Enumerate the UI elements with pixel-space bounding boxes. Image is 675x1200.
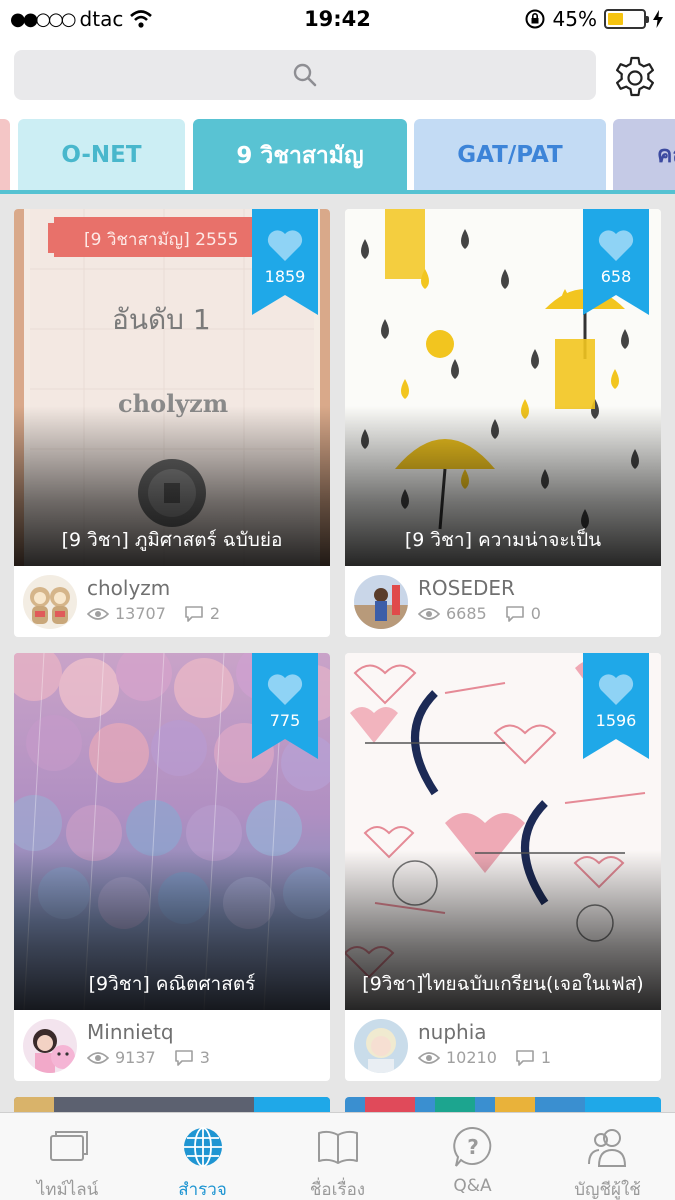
nav-label: สำรวจ <box>178 1180 227 1200</box>
card-title: [9วิชา] คณิตศาสตร์ <box>88 973 256 995</box>
book-icon <box>318 1130 358 1164</box>
story-card[interactable]: [9 วิชา] ความน่าจะเป็น 658 ROSEDER 6685 … <box>345 209 661 637</box>
comment-count: 3 <box>199 1048 210 1067</box>
like-ribbon[interactable]: 1859 <box>252 209 318 315</box>
ribbon-shape <box>583 209 649 315</box>
like-ribbon[interactable]: 775 <box>252 653 318 759</box>
question-icon: ? <box>453 1126 492 1167</box>
story-card[interactable]: [9 วิชาสามัญ] 2555 อันดับ 1 cholyzm [9 ว… <box>14 209 330 637</box>
card-stats: 9137 3 <box>87 1048 228 1067</box>
search-input[interactable] <box>14 50 596 100</box>
card-title: [9 วิชา] ภูมิศาสตร์ ฉบับย่อ <box>61 529 283 551</box>
eye-icon <box>87 607 109 620</box>
comment-icon <box>505 605 524 622</box>
svg-text:?: ? <box>467 1135 479 1159</box>
search-icon <box>293 63 317 87</box>
author-avatar[interactable] <box>23 1019 77 1073</box>
nav-qa[interactable]: ? Q&A <box>405 1113 540 1200</box>
cover-banner-text: [9 วิชาสามัญ] 2555 <box>84 230 238 250</box>
tabs-underline <box>0 190 675 194</box>
status-bar: ●●○○○ dtac 19:42 45% <box>0 0 675 38</box>
like-count: 658 <box>600 267 632 286</box>
view-count: 13707 <box>115 604 166 623</box>
story-card[interactable]: [9วิชา] คณิตศาสตร์ 775 Minnietq 9137 3 <box>14 653 330 1081</box>
tab-onet[interactable]: O-NET <box>18 119 185 190</box>
card-footer: cholyzm 13707 2 <box>14 566 330 637</box>
view-count: 10210 <box>446 1048 497 1067</box>
nav-timeline[interactable]: ไทม์ไลน์ <box>0 1113 135 1200</box>
comment-count: 2 <box>209 604 221 623</box>
comment-count: 1 <box>540 1048 552 1067</box>
nav-explore[interactable]: สำรวจ <box>135 1113 270 1200</box>
story-card[interactable]: [9วิชา]ไทยฉบับเกรียน(เจอในเฟส) 1596 nuph… <box>345 653 661 1081</box>
eye-icon <box>418 607 440 620</box>
ribbon-shape <box>252 209 318 315</box>
timeline-icon <box>50 1131 88 1161</box>
author-avatar[interactable] <box>354 1019 408 1073</box>
view-count: 6685 <box>446 604 487 623</box>
charging-icon <box>653 10 663 28</box>
author-name[interactable]: ROSEDER <box>418 576 515 600</box>
like-count: 1859 <box>264 267 306 286</box>
author-avatar[interactable] <box>23 575 77 629</box>
author-avatar[interactable] <box>354 575 408 629</box>
card-stats: 10210 1 <box>418 1048 569 1067</box>
status-right: 45% <box>524 7 663 31</box>
bottom-tab-bar: ไทม์ไลน์ สำรวจ ชื่อเรื่อง ? Q&A บัญชีผู้… <box>0 1112 675 1200</box>
card-footer: nuphia 10210 1 <box>345 1010 661 1081</box>
rotation-lock-icon <box>525 9 545 29</box>
comment-icon <box>516 1049 534 1066</box>
author-name[interactable]: Minnietq <box>87 1020 174 1044</box>
ribbon-shape <box>583 653 649 759</box>
comment-count: 0 <box>530 604 541 623</box>
like-ribbon[interactable]: 658 <box>583 209 649 315</box>
nav-label: ชื่อเรื่อง <box>309 1180 366 1200</box>
app-root: ●●○○○ dtac 19:42 45% O-NET 9 วิชาสามัญ G… <box>0 0 675 1200</box>
battery-level <box>608 13 624 25</box>
tab-previous[interactable] <box>0 119 10 190</box>
card-cover-image: [9 วิชา] ความน่าจะเป็น 658 <box>345 209 661 566</box>
card-title: [9วิชา]ไทยฉบับเกรียน(เจอในเฟส) <box>362 973 644 995</box>
nav-label: บัญชีผู้ใช้ <box>574 1180 641 1200</box>
card-cover-image: [9วิชา] คณิตศาสตร์ 775 <box>14 653 330 1010</box>
nav-titles[interactable]: ชื่อเรื่อง <box>270 1113 405 1200</box>
view-count: 9137 <box>115 1048 156 1067</box>
cover-rank-text: อันดับ 1 <box>112 303 211 336</box>
card-title: [9 วิชา] ความน่าจะเป็น <box>404 529 602 551</box>
eye-icon <box>418 1051 440 1064</box>
tab-9-subjects[interactable]: 9 วิชาสามัญ <box>193 119 407 193</box>
like-ribbon[interactable]: 1596 <box>583 653 649 759</box>
card-footer: Minnietq 9137 3 <box>14 1010 330 1081</box>
ribbon-shape <box>252 653 318 759</box>
like-count: 1596 <box>595 711 637 730</box>
category-tabs: O-NET 9 วิชาสามัญ GAT/PAT คณ <box>0 116 675 194</box>
battery-percent: 45% <box>552 7 597 31</box>
card-stats: 13707 2 <box>87 604 238 623</box>
account-icon <box>588 1129 627 1167</box>
tab-next[interactable]: คณ <box>613 119 675 190</box>
card-stats: 6685 0 <box>418 604 559 623</box>
settings-gear-icon[interactable] <box>611 54 659 102</box>
author-name[interactable]: cholyzm <box>87 576 170 600</box>
comment-icon <box>174 1049 193 1066</box>
tab-gat-pat[interactable]: GAT/PAT <box>414 119 606 190</box>
card-footer: ROSEDER 6685 0 <box>345 566 661 637</box>
search-header <box>0 38 675 116</box>
author-name[interactable]: nuphia <box>418 1020 487 1044</box>
comment-icon <box>185 605 203 622</box>
card-cover-image: [9วิชา]ไทยฉบับเกรียน(เจอในเฟส) 1596 <box>345 653 661 1010</box>
globe-icon <box>184 1127 222 1167</box>
like-count: 775 <box>269 711 301 730</box>
nav-account[interactable]: บัญชีผู้ใช้ <box>540 1113 675 1200</box>
nav-label: ไทม์ไลน์ <box>36 1180 99 1200</box>
card-cover-image: [9 วิชาสามัญ] 2555 อันดับ 1 cholyzm [9 ว… <box>14 209 330 566</box>
eye-icon <box>87 1051 109 1064</box>
nav-label: Q&A <box>453 1176 492 1196</box>
battery-icon <box>604 9 649 29</box>
